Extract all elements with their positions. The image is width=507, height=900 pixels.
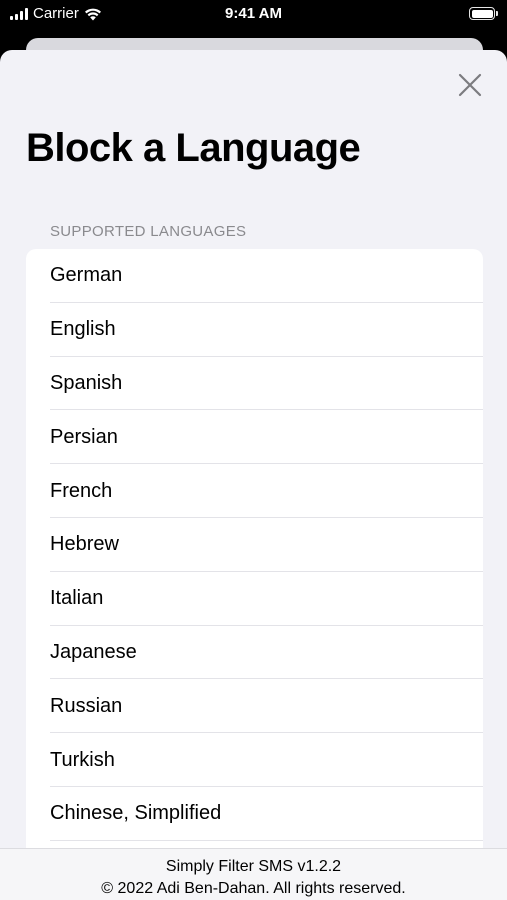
language-item-persian[interactable]: Persian — [26, 410, 483, 464]
battery-icon — [469, 7, 498, 20]
language-item-spanish[interactable]: Spanish — [26, 357, 483, 411]
status-bar: Carrier 9:41 AM — [0, 0, 507, 30]
footer: Simply Filter SMS v1.2.2 © 2022 Adi Ben-… — [0, 848, 507, 900]
language-item-chinese-simplified[interactable]: Chinese, Simplified — [26, 787, 483, 841]
status-time: 9:41 AM — [225, 5, 282, 22]
language-item-german[interactable]: German — [26, 249, 483, 303]
language-item-japanese[interactable]: Japanese — [26, 626, 483, 680]
language-item-french[interactable]: French — [26, 464, 483, 518]
language-item-english[interactable]: English — [26, 303, 483, 357]
close-icon[interactable] — [457, 72, 483, 98]
footer-copyright: © 2022 Adi Ben-Dahan. All rights reserve… — [101, 880, 406, 897]
page-title: Block a Language — [26, 126, 361, 170]
language-item-russian[interactable]: Russian — [26, 679, 483, 733]
modal-sheet: Block a Language SUPPORTED LANGUAGES Ger… — [0, 50, 507, 900]
language-list: German English Spanish Persian French He… — [26, 249, 483, 900]
footer-version: Simply Filter SMS v1.2.2 — [165, 858, 342, 875]
language-item-hebrew[interactable]: Hebrew — [26, 518, 483, 572]
section-header: SUPPORTED LANGUAGES — [50, 223, 247, 240]
language-item-turkish[interactable]: Turkish — [26, 733, 483, 787]
language-item-italian[interactable]: Italian — [26, 572, 483, 626]
